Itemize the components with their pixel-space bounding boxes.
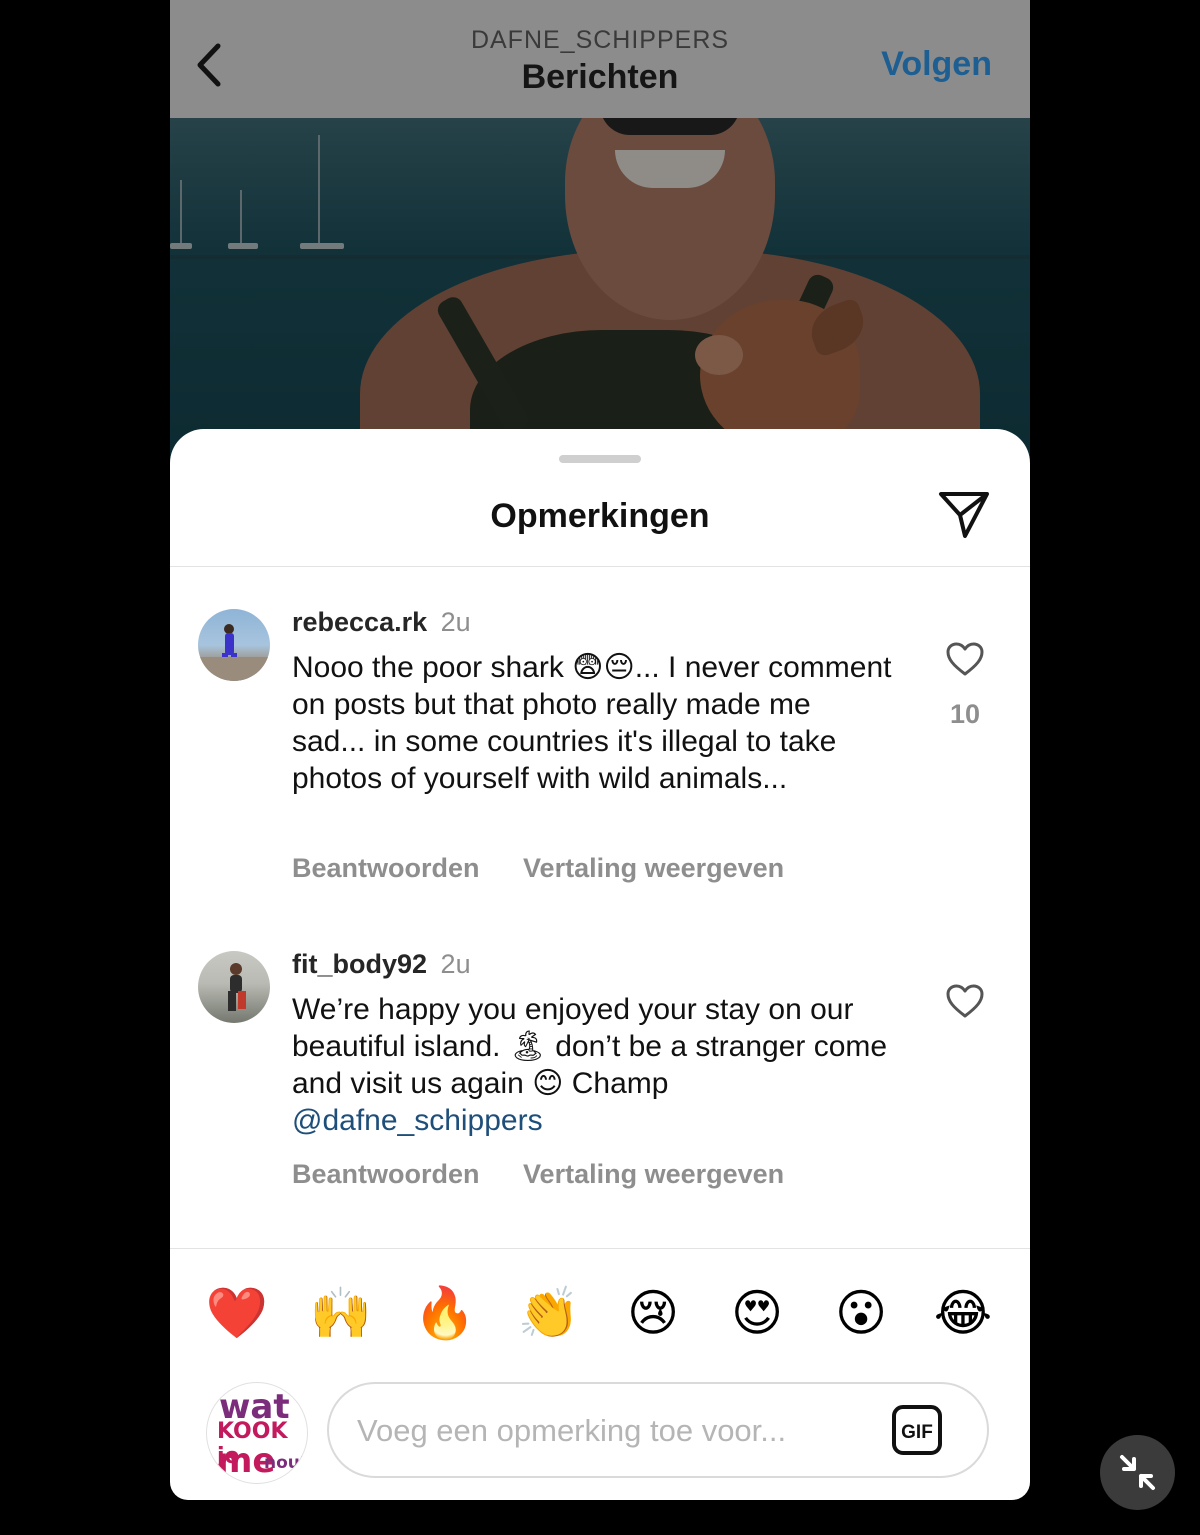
collapse-arrows-icon xyxy=(1120,1455,1155,1490)
see-translation-button[interactable]: Vertaling weergeven xyxy=(523,853,784,883)
share-icon[interactable] xyxy=(936,489,992,541)
emoji-laughing[interactable]: 😂 xyxy=(928,1283,998,1343)
comment-text: Nooo the poor shark 😨😔... I never commen… xyxy=(292,651,892,795)
emoji-clap[interactable]: 👏 xyxy=(514,1283,584,1343)
emoji-heart-eyes[interactable]: 😍 xyxy=(722,1283,792,1343)
person-photo-icon xyxy=(198,624,270,681)
avatar[interactable] xyxy=(198,951,270,1023)
phone-screen: DAFNE_SCHIPPERS Berichten Volgen Opmerki… xyxy=(170,0,1030,1500)
emoji-heart[interactable]: ❤️ xyxy=(202,1283,272,1343)
like-count: 10 xyxy=(949,699,981,729)
comment-time: 2u xyxy=(440,949,471,979)
paper-plane-icon xyxy=(939,492,989,538)
emoji-fire[interactable]: 🔥 xyxy=(410,1283,480,1343)
like-button[interactable] xyxy=(945,641,985,677)
reply-button[interactable]: Beantwoorden xyxy=(292,1159,480,1189)
top-navigation-bar: DAFNE_SCHIPPERS Berichten Volgen xyxy=(170,0,1030,118)
comment-text: We’re happy you enjoyed your stay on our… xyxy=(292,991,892,1139)
sheet-drag-handle[interactable] xyxy=(559,455,641,463)
mention-link[interactable]: @dafne_schippers xyxy=(292,1104,543,1137)
sheet-title: Opmerkingen xyxy=(490,497,710,535)
comment-input-placeholder: Voeg een opmerking toe voor... xyxy=(357,1413,787,1448)
avatar[interactable] xyxy=(198,609,270,681)
gif-icon: GIF xyxy=(892,1405,942,1455)
minimize-button[interactable] xyxy=(1100,1435,1175,1510)
comment-composer: wat KOOK je me nou? Voeg een opmerking t… xyxy=(170,1379,1030,1489)
comment-text-body: We’re happy you enjoyed your stay on our… xyxy=(292,993,888,1100)
emoji-crying[interactable]: 😢 xyxy=(618,1283,688,1343)
comment-username[interactable]: rebecca.rk xyxy=(292,607,427,637)
sheet-divider xyxy=(170,566,1030,567)
gif-label: GIF xyxy=(901,1422,933,1443)
comment-input[interactable]: Voeg een opmerking toe voor... GIF xyxy=(327,1382,989,1478)
comment-time: 2u xyxy=(440,607,471,637)
comments-sheet: Opmerkingen rebecca.rk 2u Nooo the poor … xyxy=(170,429,1030,1500)
follow-button[interactable]: Volgen xyxy=(881,45,992,84)
logo-text: nou? xyxy=(264,1453,308,1473)
gif-button[interactable]: GIF xyxy=(892,1405,942,1455)
person-photo-icon xyxy=(228,963,246,1011)
emoji-raised-hands[interactable]: 🙌 xyxy=(306,1283,376,1343)
reply-button[interactable]: Beantwoorden xyxy=(292,853,480,883)
composer-divider xyxy=(170,1248,1030,1249)
like-button[interactable] xyxy=(945,983,985,1019)
heart-icon xyxy=(946,642,984,676)
quick-reactions: ❤️ 🙌 🔥 👏 😢 😍 😮 😂 xyxy=(170,1283,1030,1343)
heart-icon xyxy=(946,984,984,1018)
comment-username[interactable]: fit_body92 xyxy=(292,949,427,979)
current-user-avatar[interactable]: wat KOOK je me nou? xyxy=(206,1382,308,1484)
see-translation-button[interactable]: Vertaling weergeven xyxy=(523,1159,784,1189)
emoji-surprised[interactable]: 😮 xyxy=(826,1283,896,1343)
